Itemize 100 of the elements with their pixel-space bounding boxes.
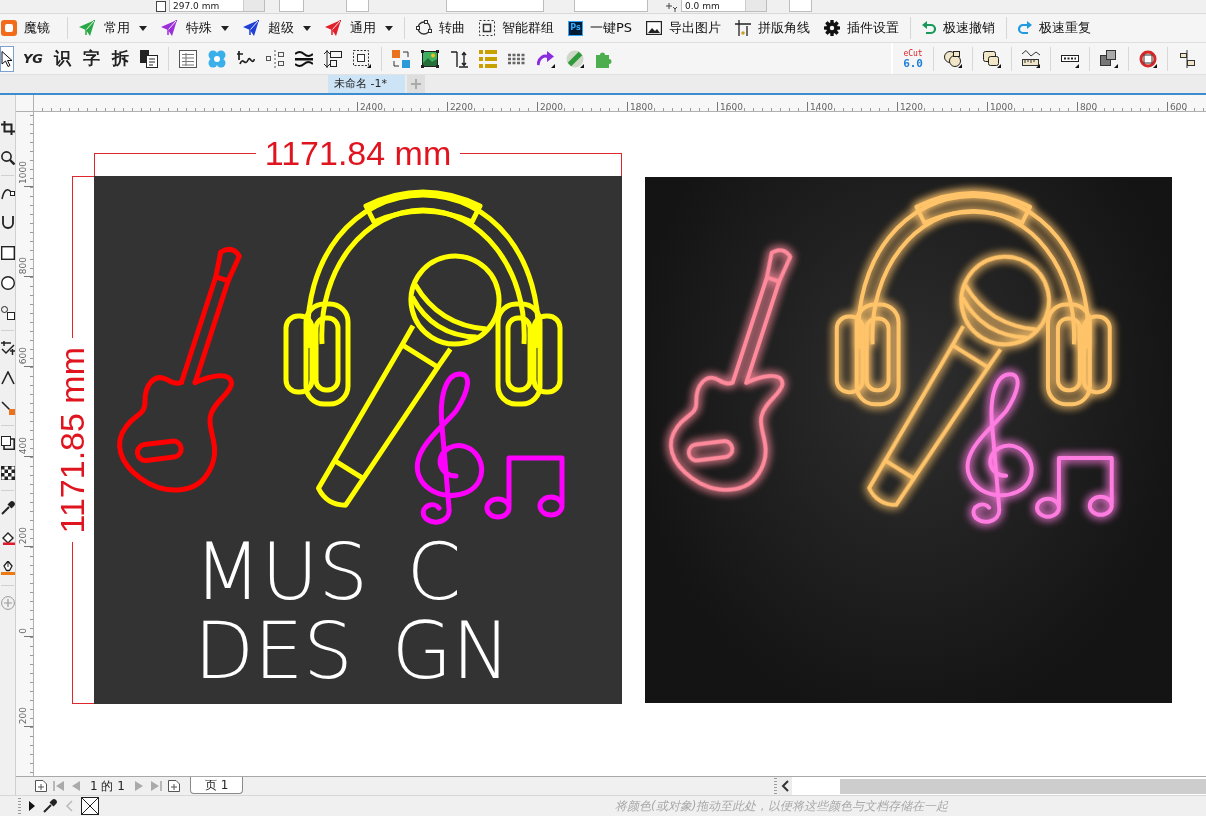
align-icon[interactable] bbox=[1178, 49, 1196, 68]
pick-tool-button[interactable] bbox=[0, 45, 14, 72]
ring-icon[interactable] bbox=[1139, 49, 1157, 68]
shapes-icon[interactable] bbox=[0, 306, 15, 320]
align-nodes-icon[interactable] bbox=[266, 49, 284, 68]
angle-line-icon[interactable] bbox=[0, 371, 15, 385]
ellipse-icon[interactable] bbox=[0, 276, 15, 290]
ruler-label: 1800 bbox=[630, 102, 653, 111]
status-hint: 将颜色(或对象)拖动至此处，以便将这些颜色与文档存储在一起 bbox=[615, 797, 949, 815]
dashed-square-icon[interactable] bbox=[353, 49, 371, 68]
overlap-circles-icon[interactable] bbox=[944, 49, 962, 68]
curved-arrow-icon[interactable] bbox=[537, 49, 555, 68]
resize-grip[interactable] bbox=[774, 778, 777, 794]
page-counter: 1 的 1 bbox=[90, 777, 125, 795]
wavy-lines-icon[interactable] bbox=[295, 49, 313, 68]
plus-icon bbox=[410, 79, 421, 89]
picture-icon[interactable] bbox=[421, 49, 439, 68]
input-field[interactable]: 297.0 mm bbox=[169, 0, 265, 12]
ruler-label: 400 bbox=[18, 436, 29, 454]
text-tool-button[interactable]: 识 bbox=[49, 46, 75, 71]
distribute-icon[interactable] bbox=[324, 49, 342, 68]
rectangle-icon[interactable] bbox=[0, 246, 15, 260]
ruler-label: 200 bbox=[18, 706, 29, 724]
ruler-label: 200 bbox=[18, 526, 29, 544]
y-offset-icon[interactable] bbox=[665, 1, 677, 12]
input-field[interactable] bbox=[446, 0, 544, 12]
caret-icon bbox=[385, 25, 393, 31]
checkerboard-icon[interactable] bbox=[0, 466, 15, 480]
sign-text: DES GN bbox=[194, 612, 511, 691]
page-icon[interactable] bbox=[156, 1, 166, 12]
input-field[interactable]: 0.0 mm bbox=[681, 0, 767, 12]
sign-text: MUS C bbox=[194, 533, 463, 612]
fill-icon[interactable] bbox=[0, 531, 15, 545]
input-field[interactable] bbox=[346, 0, 369, 12]
image-icon bbox=[646, 21, 663, 35]
curve-icon[interactable] bbox=[0, 216, 15, 230]
dropdown-button[interactable]: 特殊 bbox=[160, 17, 230, 39]
ruler-label: 800 bbox=[18, 256, 29, 274]
text-tool-button[interactable]: YG bbox=[20, 46, 46, 71]
eyedropper-icon[interactable] bbox=[0, 501, 15, 515]
no-color-swatch-icon[interactable] bbox=[81, 797, 99, 815]
dimension-icon[interactable] bbox=[0, 341, 15, 355]
scrollbar-thumb[interactable] bbox=[840, 778, 1206, 794]
table-icon[interactable] bbox=[179, 49, 197, 68]
ruler-label: 1000 bbox=[990, 102, 1013, 111]
caret-icon bbox=[139, 25, 147, 31]
ecut-logo[interactable]: eCut 6.0 bbox=[903, 48, 923, 69]
dropdown-button[interactable]: 常用 bbox=[78, 17, 148, 39]
square-node-icon[interactable] bbox=[0, 401, 15, 415]
toolbar-button[interactable]: 转曲 bbox=[415, 17, 466, 39]
ruler-label: 600 bbox=[1170, 102, 1188, 111]
curve-nodes-icon bbox=[416, 20, 432, 36]
toolbar-button[interactable]: 魔镜 bbox=[0, 17, 51, 39]
dashed-square-icon bbox=[479, 20, 495, 36]
zoom-icon[interactable] bbox=[0, 151, 15, 165]
eyedropper-icon[interactable] bbox=[43, 799, 57, 813]
toolbar-button[interactable]: Ps 一键PS bbox=[567, 17, 634, 39]
ruler-icon[interactable] bbox=[1022, 49, 1040, 68]
copy-icon[interactable] bbox=[983, 49, 1001, 68]
expand-arrow-icon[interactable] bbox=[29, 801, 35, 811]
chevron-left-icon bbox=[781, 780, 789, 792]
toolbar-button[interactable]: 极速重复 bbox=[1017, 17, 1093, 39]
slash-circle-icon[interactable] bbox=[566, 49, 584, 68]
stacked-squares-icon[interactable] bbox=[1100, 49, 1118, 68]
toolbar-button[interactable]: 导出图片 bbox=[645, 17, 723, 39]
input-field[interactable] bbox=[789, 0, 812, 12]
ruler-label: 2400 bbox=[360, 102, 383, 111]
resize-grip[interactable] bbox=[18, 798, 21, 814]
dropdown-button[interactable]: 通用 bbox=[324, 17, 394, 39]
text-tool-button[interactable]: 字 bbox=[78, 46, 104, 71]
scroll-left-button[interactable] bbox=[778, 777, 792, 795]
toolbar-button[interactable]: 拼版角线 bbox=[734, 17, 812, 39]
toolbar-button[interactable]: 插件设置 bbox=[823, 17, 901, 39]
shadow-icon[interactable] bbox=[0, 436, 15, 450]
add-page-icon[interactable] bbox=[167, 780, 180, 792]
input-field[interactable] bbox=[279, 0, 304, 12]
ruler-label: 800 bbox=[1080, 102, 1098, 111]
document-icon[interactable] bbox=[140, 49, 158, 68]
two-squares-icon[interactable] bbox=[392, 49, 410, 68]
ruler-label: 1600 bbox=[720, 102, 743, 111]
ps-logo: Ps bbox=[568, 20, 583, 36]
document-tab[interactable]: 未命名 -1* bbox=[328, 75, 405, 93]
text-height-icon[interactable] bbox=[450, 49, 468, 68]
pen-nib-icon[interactable] bbox=[0, 561, 15, 575]
redo-icon bbox=[1018, 21, 1033, 35]
settings-icon bbox=[824, 20, 841, 36]
caret-icon bbox=[303, 25, 311, 31]
text-tool-button[interactable]: 拆 bbox=[107, 46, 133, 71]
ruler-label: 1200 bbox=[900, 102, 923, 111]
undo-icon bbox=[922, 21, 937, 35]
input-field[interactable] bbox=[574, 0, 648, 12]
crop-icon[interactable] bbox=[0, 121, 15, 135]
caret-icon bbox=[221, 25, 229, 31]
toolbar-button[interactable]: 智能群组 bbox=[478, 17, 555, 39]
freehand-icon[interactable] bbox=[0, 186, 15, 200]
toolbar-button[interactable]: 极速撤销 bbox=[921, 17, 997, 39]
page-tab[interactable]: 页 1 bbox=[189, 777, 244, 794]
add-page-icon[interactable] bbox=[35, 780, 47, 792]
crop-marks-icon bbox=[735, 20, 752, 36]
dropdown-button[interactable]: 超级 bbox=[242, 17, 312, 39]
